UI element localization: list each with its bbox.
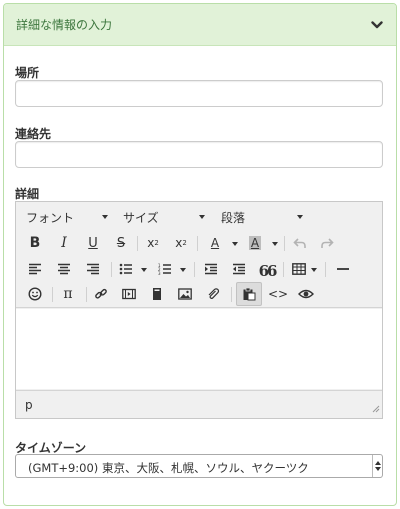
code-icon[interactable]: <>: [268, 282, 288, 306]
text-color-caret-icon[interactable]: [232, 242, 238, 246]
size-dropdown-arrow-icon[interactable]: [199, 215, 205, 219]
editor-toolbar: フォント サイズ 段落 B I U S x2 x2 A A 1 2 3 66 π…: [16, 202, 382, 308]
toolbar-menu-row: フォント サイズ 段落: [16, 206, 382, 228]
blockquote-icon[interactable]: 66: [258, 257, 278, 281]
background-color-caret-icon[interactable]: [272, 242, 278, 246]
editor-statusbar: p: [16, 390, 382, 418]
chevron-down-icon[interactable]: [370, 18, 384, 32]
location-input[interactable]: [15, 80, 383, 107]
indent-icon[interactable]: [202, 257, 220, 281]
template-icon[interactable]: [148, 282, 166, 306]
format-dropdown-arrow-icon[interactable]: [297, 215, 303, 219]
font-dropdown[interactable]: フォント: [26, 209, 74, 226]
select-arrows-icon[interactable]: [372, 455, 382, 477]
table-icon[interactable]: [290, 257, 308, 281]
contact-input[interactable]: [15, 141, 383, 168]
svg-text:3: 3: [158, 271, 161, 275]
numbered-list-icon[interactable]: 123: [156, 257, 174, 281]
attachment-icon[interactable]: [204, 282, 222, 306]
underline-icon[interactable]: U: [84, 231, 102, 255]
editor-content-area[interactable]: [16, 309, 382, 389]
rich-text-editor: フォント サイズ 段落 B I U S x2 x2 A A 1 2 3 66 π…: [15, 201, 383, 419]
emoticon-icon[interactable]: [26, 282, 44, 306]
outdent-icon[interactable]: [230, 257, 248, 281]
contact-label: 連絡先: [15, 127, 52, 141]
superscript-icon[interactable]: x2: [172, 231, 190, 255]
undo-icon[interactable]: [291, 231, 309, 255]
superscript-x: x: [175, 236, 183, 250]
paste-icon[interactable]: [236, 282, 262, 306]
preview-icon[interactable]: [297, 282, 315, 306]
timezone-selected-value: (GMT+9:00) 東京、大阪、札幌、ソウル、ヤクーツク: [28, 461, 309, 475]
details-label: 詳細: [15, 187, 40, 201]
panel-header[interactable]: 詳細な情報の入力: [4, 4, 396, 46]
bullet-list-caret-icon[interactable]: [141, 268, 147, 272]
strikethrough-icon[interactable]: S: [112, 231, 130, 255]
pi-icon[interactable]: π: [59, 282, 77, 306]
superscript-mark: 2: [182, 239, 187, 247]
panel-title: 詳細な情報の入力: [16, 18, 113, 32]
toolbar-row-2: 123 66: [16, 257, 382, 283]
subscript-mark: 2: [154, 239, 159, 247]
timezone-select[interactable]: (GMT+9:00) 東京、大阪、札幌、ソウル、ヤクーツク: [15, 454, 383, 478]
resize-handle-icon[interactable]: [371, 402, 380, 416]
subscript-x: x: [147, 236, 155, 250]
toolbar-row-3: π <>: [16, 282, 382, 308]
font-dropdown-arrow-icon[interactable]: [102, 215, 108, 219]
text-color-icon[interactable]: A: [206, 231, 224, 255]
bold-icon[interactable]: B: [26, 231, 44, 255]
align-center-icon[interactable]: [55, 257, 73, 281]
background-color-icon[interactable]: A: [246, 231, 264, 255]
format-dropdown[interactable]: 段落: [221, 209, 245, 226]
background-color-letter: A: [248, 236, 262, 250]
image-icon[interactable]: [176, 282, 194, 306]
subscript-icon[interactable]: x2: [144, 231, 162, 255]
table-caret-icon[interactable]: [311, 268, 317, 272]
location-label: 場所: [15, 66, 40, 80]
media-icon[interactable]: [120, 282, 138, 306]
horizontal-rule-icon[interactable]: [332, 257, 354, 281]
blockquote-glyph: 66: [258, 262, 278, 280]
align-left-icon[interactable]: [26, 257, 44, 281]
element-path[interactable]: p: [25, 398, 33, 412]
size-dropdown[interactable]: サイズ: [123, 209, 159, 226]
redo-icon[interactable]: [318, 231, 336, 255]
italic-icon[interactable]: I: [55, 231, 73, 255]
numbered-list-caret-icon[interactable]: [180, 268, 186, 272]
align-right-icon[interactable]: [84, 257, 102, 281]
toolbar-row-1: B I U S x2 x2 A A: [16, 231, 382, 257]
bullet-list-icon[interactable]: [117, 257, 135, 281]
link-icon[interactable]: [92, 282, 110, 306]
